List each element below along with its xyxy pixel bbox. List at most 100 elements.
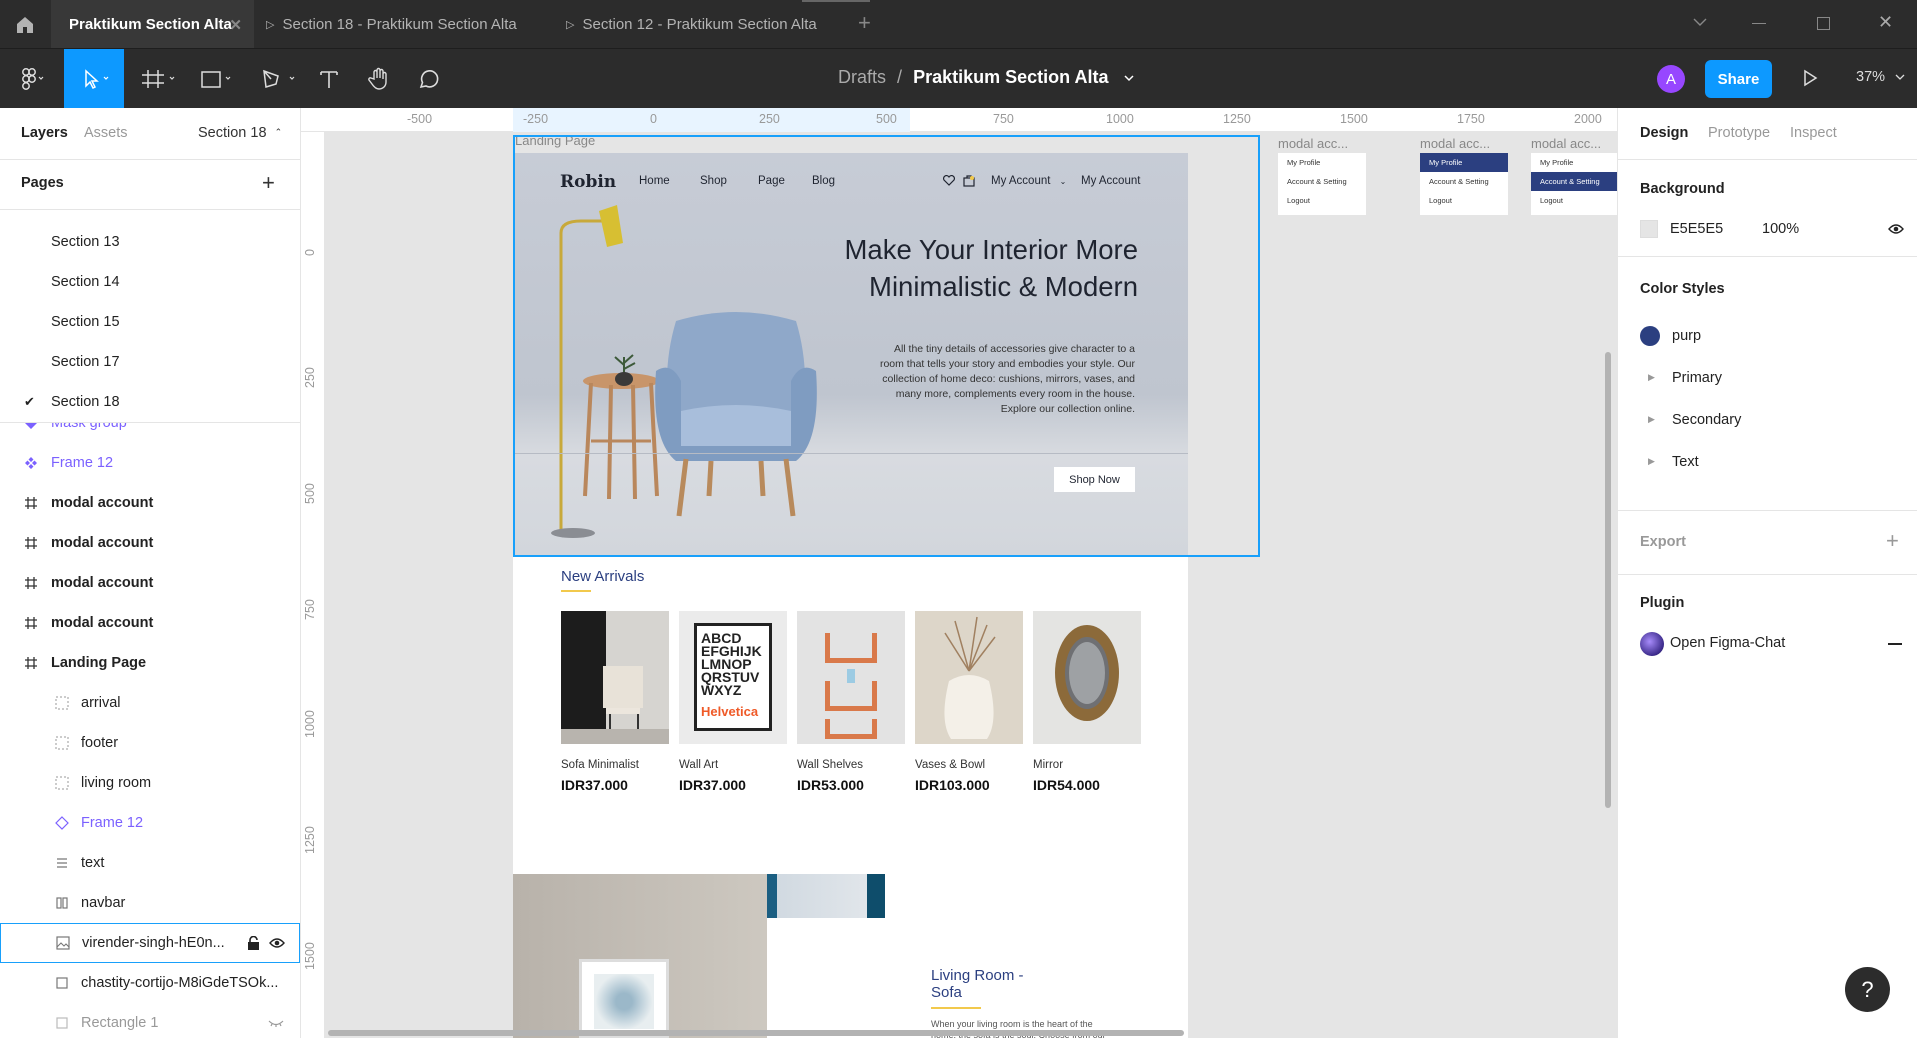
modal-account-card[interactable]: My Profile Account & Setting Logout	[1531, 153, 1619, 215]
file-name[interactable]: Praktikum Section Alta	[913, 67, 1108, 87]
pen-tool[interactable]	[258, 49, 302, 109]
toolbar: Drafts / Praktikum Section Alta A Share …	[0, 48, 1917, 109]
horizontal-scrollbar[interactable]	[328, 1030, 1184, 1036]
eye-icon[interactable]	[269, 937, 285, 949]
selection-outline	[513, 135, 1260, 557]
layer-label: navbar	[81, 895, 126, 911]
tab-design[interactable]: Design	[1640, 125, 1688, 141]
color-swatch	[1640, 326, 1660, 346]
product-card[interactable]: Wall Shelves IDR53.000	[797, 611, 905, 793]
modal-frame-label[interactable]: modal acc...	[1531, 136, 1601, 151]
layer-frame-12-instance[interactable]: Frame 12	[0, 803, 300, 843]
living-room-accent-image	[767, 874, 885, 918]
tab-prototype[interactable]: Prototype	[1708, 125, 1770, 141]
page-item-section-14[interactable]: Section 14	[0, 262, 300, 302]
layer-modal-account[interactable]: modal account	[0, 483, 300, 523]
close-icon[interactable]: ✕	[229, 16, 242, 34]
background-swatch[interactable]	[1640, 220, 1658, 238]
layer-modal-account[interactable]: modal account	[0, 523, 300, 563]
product-card[interactable]: Sofa Minimalist IDR37.000	[561, 611, 669, 793]
chevron-down-icon[interactable]	[1692, 14, 1708, 30]
tab-section-18[interactable]: ▷ Section 18 - Praktikum Section Alta	[266, 0, 536, 48]
share-button[interactable]: Share	[1705, 60, 1772, 98]
frame-tool[interactable]	[138, 49, 182, 109]
new-tab-icon[interactable]: +	[858, 10, 871, 36]
remove-icon[interactable]	[1888, 643, 1902, 645]
plugin-heading: Plugin	[1640, 595, 1685, 611]
avatar[interactable]: A	[1657, 65, 1685, 93]
modal-frame-label[interactable]: modal acc...	[1278, 136, 1348, 151]
close-window-icon[interactable]: ✕	[1878, 12, 1893, 33]
vertical-scrollbar[interactable]	[1605, 352, 1611, 808]
present-icon[interactable]	[1801, 69, 1819, 87]
tab-assets[interactable]: Assets	[84, 125, 128, 141]
main-menu-button[interactable]	[12, 49, 52, 109]
color-style-purp[interactable]: purp	[1640, 326, 1900, 348]
product-image-wall-shelves	[797, 611, 905, 744]
add-page-icon[interactable]: +	[262, 170, 275, 196]
modal-frame-label[interactable]: modal acc...	[1420, 136, 1490, 151]
layer-mask-group[interactable]: Mask group	[0, 423, 300, 443]
lock-icon[interactable]	[247, 936, 260, 950]
product-card[interactable]: Mirror IDR54.000	[1033, 611, 1141, 793]
layer-navbar[interactable]: navbar	[0, 883, 300, 923]
layer-living-room[interactable]: living room	[0, 763, 300, 803]
layer-landing-page[interactable]: Landing Page	[0, 643, 300, 683]
art-line: Helvetica	[701, 704, 759, 719]
maximize-icon[interactable]	[1817, 17, 1830, 30]
comment-tool[interactable]	[414, 49, 444, 109]
tab-inspect[interactable]: Inspect	[1790, 125, 1837, 141]
color-style-group-secondary[interactable]: ▶ Secondary	[1640, 411, 1900, 433]
heading-underline	[931, 1007, 981, 1009]
home-icon[interactable]	[14, 14, 36, 36]
layer-modal-account[interactable]: modal account	[0, 563, 300, 603]
layer-rectangle-1[interactable]: Rectangle 1	[0, 1003, 300, 1038]
layer-label: modal account	[51, 575, 154, 591]
tab-layers[interactable]: Layers	[21, 125, 68, 141]
frame-icon	[142, 70, 175, 88]
background-hex-input[interactable]: E5E5E5	[1670, 221, 1723, 237]
move-tool[interactable]	[64, 49, 124, 109]
ruler-tick: -250	[523, 112, 549, 126]
play-icon: ▷	[266, 18, 275, 31]
page-item-section-18[interactable]: ✔ Section 18	[0, 382, 300, 422]
add-export-icon[interactable]: +	[1886, 528, 1899, 554]
layer-chastity-image[interactable]: chastity-cortijo-M8iGdeTSOk...	[0, 963, 300, 1003]
color-style-group-text[interactable]: ▶ Text	[1640, 453, 1900, 475]
shape-tool[interactable]	[196, 49, 240, 109]
tab-label: Section 18 - Praktikum Section Alta	[282, 15, 517, 33]
product-card[interactable]: ABCD EFGHIJK LMNOP QRSTUV WXYZ Helvetica…	[679, 611, 787, 793]
page-item-section-17[interactable]: Section 17	[0, 342, 300, 382]
layer-virender-image[interactable]: virender-singh-hE0n...	[0, 923, 300, 963]
product-card[interactable]: Vases & Bowl IDR103.000	[915, 611, 1023, 793]
tab-section-12[interactable]: ▷ Section 12 - Praktikum Section Alta	[566, 0, 836, 48]
text-tool[interactable]	[314, 49, 344, 109]
modal-account-card[interactable]: My Profile Account & Setting Logout	[1420, 153, 1508, 215]
eye-closed-icon[interactable]	[268, 1019, 284, 1027]
current-page-dropdown[interactable]: Section 18 ⌃	[198, 125, 282, 141]
hand-tool[interactable]	[364, 49, 394, 109]
modal-account-card[interactable]: My Profile Account & Setting Logout	[1278, 153, 1366, 215]
help-button[interactable]: ?	[1845, 967, 1890, 1012]
background-opacity-input[interactable]: 100%	[1762, 221, 1799, 237]
layer-footer[interactable]: footer	[0, 723, 300, 763]
modal-item: My Profile	[1287, 158, 1321, 167]
layer-label: Frame 12	[81, 815, 144, 831]
minimize-icon[interactable]	[1752, 23, 1766, 24]
chevron-down-icon[interactable]	[1123, 73, 1135, 83]
plugin-item[interactable]: Open Figma-Chat	[1640, 632, 1902, 658]
layer-arrival[interactable]: arrival	[0, 683, 300, 723]
color-style-group-primary[interactable]: ▶ Primary	[1640, 369, 1900, 391]
tab-praktikum[interactable]: Praktikum Section Alta ✕	[51, 0, 254, 48]
group-icon	[51, 732, 73, 754]
zoom-dropdown[interactable]: 37%	[1856, 69, 1905, 85]
cursor-icon	[85, 69, 109, 90]
page-item-section-15[interactable]: Section 15	[0, 302, 300, 342]
page-item-section-13[interactable]: Section 13	[0, 222, 300, 262]
layer-modal-account[interactable]: modal account	[0, 603, 300, 643]
breadcrumb-drafts[interactable]: Drafts	[838, 67, 886, 87]
layer-text[interactable]: text	[0, 843, 300, 883]
eye-icon[interactable]	[1888, 223, 1904, 235]
layer-frame-12[interactable]: Frame 12	[0, 443, 300, 483]
modal-item: Logout	[1287, 196, 1310, 205]
